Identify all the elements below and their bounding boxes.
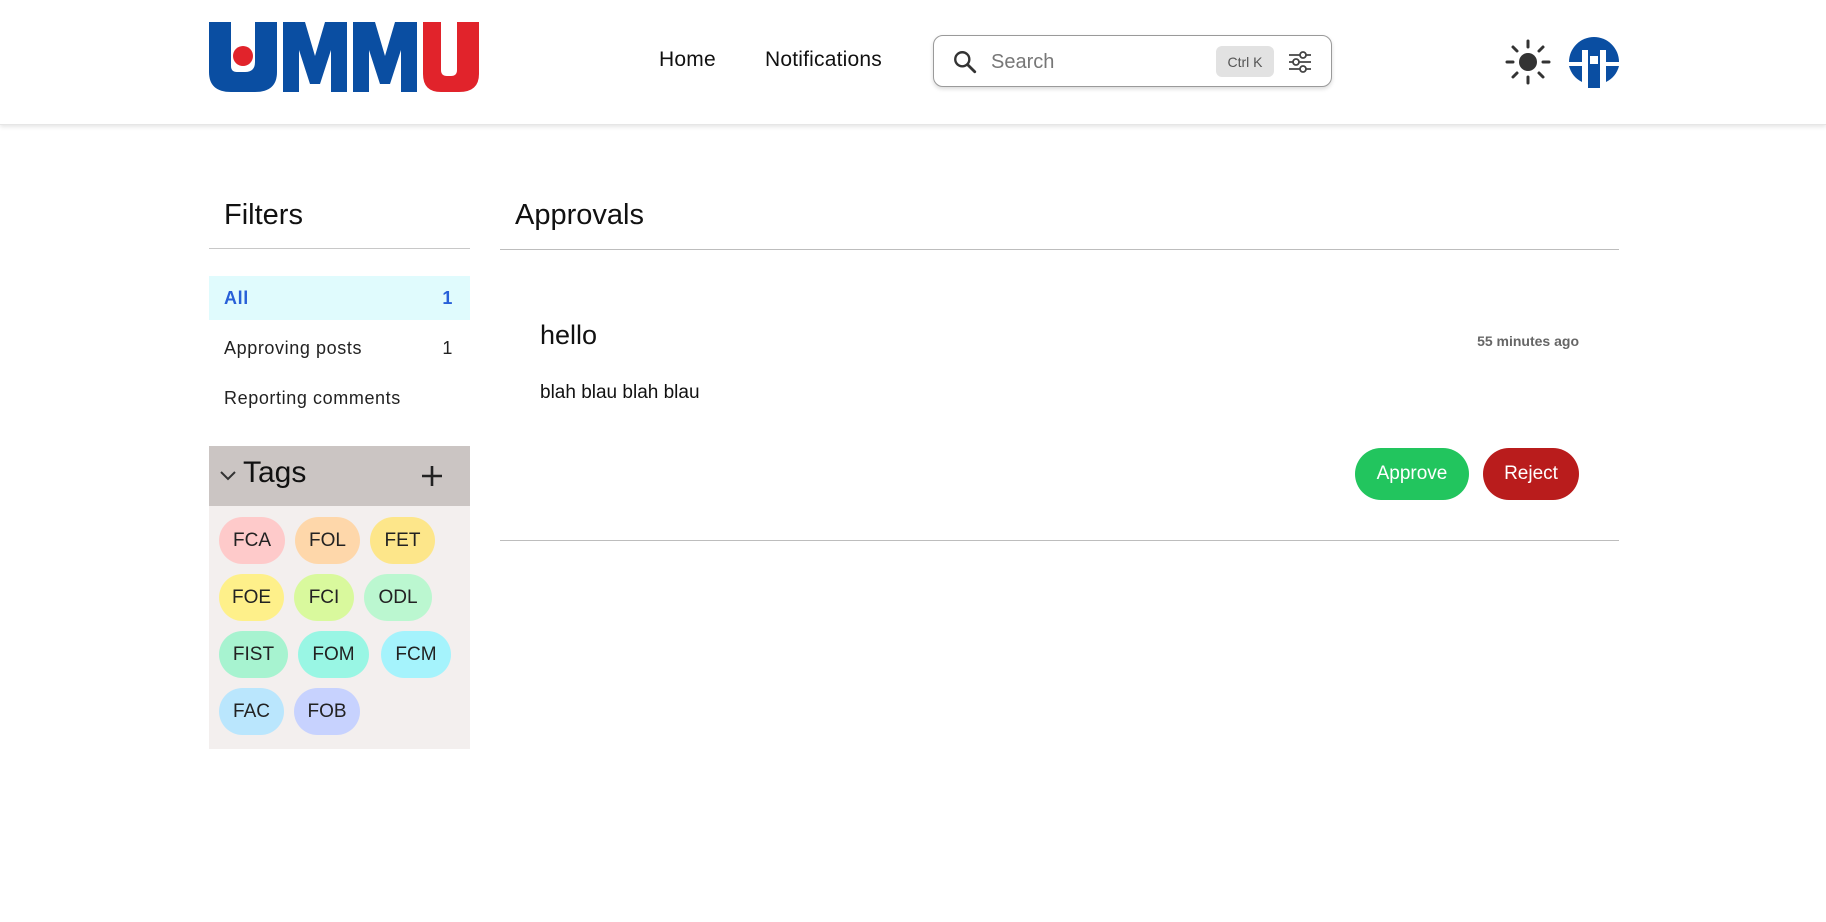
tag-chip-fac[interactable]: FAC xyxy=(219,688,284,735)
post-title[interactable]: hello xyxy=(540,320,597,351)
keyboard-shortcut-badge: Ctrl K xyxy=(1216,46,1274,77)
nav-notifications-link[interactable]: Notifications xyxy=(765,48,882,72)
post-body: blah blau blah blau xyxy=(540,382,700,403)
tag-chip-fol[interactable]: FOL xyxy=(295,517,360,564)
reject-button[interactable]: Reject xyxy=(1483,448,1579,500)
filter-label: Approving posts xyxy=(224,337,363,358)
top-navbar: Home Notifications Ctrl K xyxy=(0,0,1826,125)
filter-settings-icon[interactable] xyxy=(1286,48,1314,76)
tags-section-header[interactable]: Tags xyxy=(209,446,470,506)
filter-label: All xyxy=(224,287,249,308)
sun-icon[interactable] xyxy=(1505,39,1551,85)
filter-count: 1 xyxy=(442,337,453,358)
tag-chip-fob[interactable]: FOB xyxy=(294,688,360,735)
tags-list: FCA FOL FET FOE FCI ODL FIST FOM FCM FAC… xyxy=(209,506,470,749)
filter-label: Reporting comments xyxy=(224,387,401,408)
filters-heading: Filters xyxy=(224,199,303,231)
tag-chip-fca[interactable]: FCA xyxy=(219,517,285,564)
post-timestamp: 55 minutes ago xyxy=(1477,333,1579,349)
tag-chip-foe[interactable]: FOE xyxy=(219,574,284,621)
avatar[interactable] xyxy=(1568,36,1620,88)
chevron-down-icon[interactable] xyxy=(218,466,238,486)
tag-chip-odl[interactable]: ODL xyxy=(364,574,432,621)
page-title: Approvals xyxy=(515,199,644,231)
search-bar[interactable]: Ctrl K xyxy=(933,35,1332,87)
filter-count: 1 xyxy=(442,287,453,308)
tag-chip-fom[interactable]: FOM xyxy=(298,631,369,678)
ummu-logo[interactable] xyxy=(209,22,479,92)
tag-chip-fci[interactable]: FCI xyxy=(294,574,354,621)
search-icon xyxy=(954,51,977,74)
nav-home-link[interactable]: Home xyxy=(659,48,716,72)
approve-button[interactable]: Approve xyxy=(1355,448,1469,500)
filter-item-reporting-comments[interactable]: Reporting comments xyxy=(209,376,470,420)
divider xyxy=(209,248,470,249)
tag-chip-fist[interactable]: FIST xyxy=(219,631,288,678)
filter-item-all[interactable]: All 1 xyxy=(209,276,470,320)
search-input[interactable] xyxy=(989,45,1213,79)
filter-item-approving-posts[interactable]: Approving posts 1 xyxy=(209,326,470,370)
tags-heading: Tags xyxy=(243,456,307,489)
tag-chip-fet[interactable]: FET xyxy=(370,517,435,564)
add-tag-plus-icon[interactable] xyxy=(420,464,444,488)
divider xyxy=(500,540,1619,541)
divider xyxy=(500,249,1619,250)
tag-chip-fcm[interactable]: FCM xyxy=(381,631,451,678)
